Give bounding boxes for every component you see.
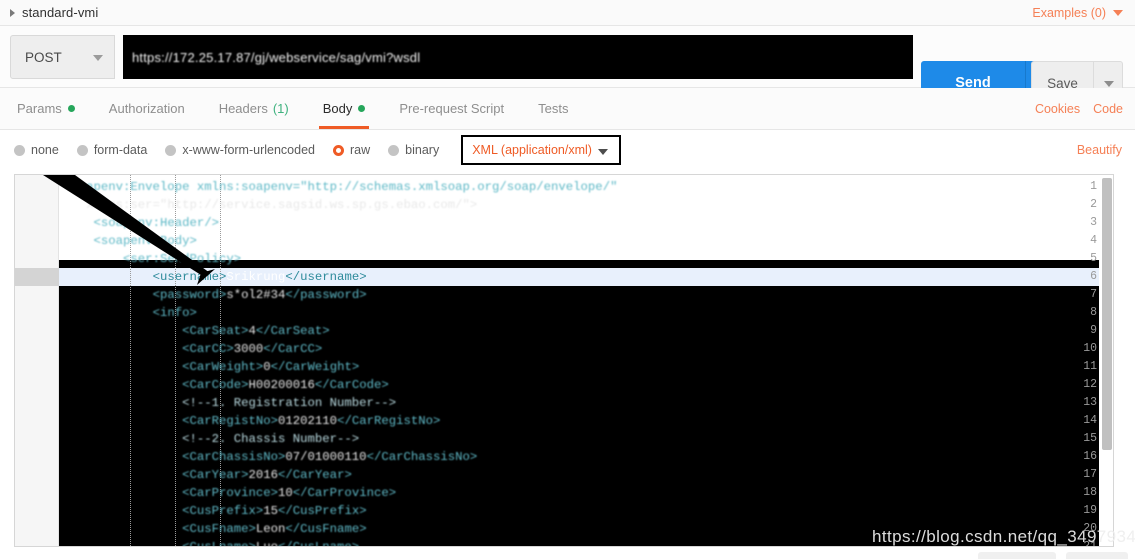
code-line: <CarWeight>0</CarWeight> — [182, 360, 360, 374]
code-line: <CarCC>3000</CarCC> — [182, 342, 323, 356]
chevron-down-icon — [93, 55, 103, 61]
body-type-bar: none form-data x-www-form-urlencoded raw… — [0, 130, 1135, 170]
editor-code: <soapenv:Envelope xmlns:soapenv="http://… — [60, 175, 1100, 547]
body-type-none[interactable]: none — [14, 143, 59, 157]
radio-icon — [165, 144, 177, 156]
tab-label: Authorization — [108, 101, 185, 116]
gutter-active-line — [15, 268, 59, 286]
code-link[interactable]: Code — [1093, 102, 1123, 116]
url-input[interactable]: https://172.25.17.87/gj/webservice/sag/v… — [123, 35, 913, 79]
chevron-down-icon — [1104, 81, 1114, 87]
status-dot-icon — [358, 105, 366, 112]
tab-label: Tests — [538, 101, 569, 116]
postman-request-pane: standard-vmi Examples (0) POST https://1… — [0, 0, 1135, 559]
body-type-raw[interactable]: raw — [333, 143, 370, 157]
tab-label: Pre-request Script — [399, 101, 505, 116]
code-line: <CarYear>2016</CarYear> — [182, 468, 352, 482]
code-line: <!--2. Chassis Number--> — [64, 432, 360, 446]
editor-horizontal-scrollbar[interactable] — [14, 547, 1114, 558]
radio-selected-icon — [333, 144, 344, 156]
radio-icon — [76, 144, 88, 156]
url-value: https://172.25.17.87/gj/webservice/sag/v… — [132, 49, 421, 65]
content-type-label: XML (application/xml) — [472, 143, 592, 157]
code-line: <info> — [152, 306, 197, 320]
radio-label: form-data — [93, 143, 148, 157]
tabs-right-links: Cookies Code — [1035, 88, 1135, 129]
status-dot-icon — [67, 105, 75, 112]
triangle-right-icon — [10, 8, 15, 17]
editor-vertical-scrollbar[interactable] — [1100, 175, 1113, 546]
code-line: <ser:SendPolicy> — [123, 252, 242, 266]
examples-dropdown[interactable]: Examples (0) — [1032, 6, 1135, 20]
code-line: <!--1. Registration Number--> — [64, 396, 397, 410]
radio-icon — [14, 144, 25, 156]
radio-icon — [388, 144, 400, 156]
code-line: <password>s*ol2#34</password> — [152, 288, 367, 302]
tab-pre-request-script[interactable]: Pre-request Script — [382, 88, 521, 129]
cookies-link[interactable]: Cookies — [1035, 102, 1080, 116]
editor-gutter — [15, 175, 59, 546]
request-body-editor[interactable]: 1234567891011121314151617181920212223242… — [14, 174, 1114, 547]
breadcrumb-bar: standard-vmi Examples (0) — [0, 0, 1135, 26]
page-title: standard-vmi — [22, 5, 99, 20]
body-type-binary[interactable]: binary — [388, 143, 439, 157]
tab-body[interactable]: Body — [306, 88, 383, 129]
code-line: xmlns:ser="http://service.sagsid.ws.sp.g… — [86, 198, 478, 212]
watermark-block-right — [1066, 552, 1128, 559]
tab-count: (1) — [272, 101, 289, 116]
radio-label: raw — [350, 143, 371, 157]
http-method-label: POST — [25, 49, 62, 65]
body-type-form-data[interactable]: form-data — [76, 143, 148, 157]
code-line: <CusLname>Luo</CusLname> — [182, 540, 360, 547]
code-line: <CarCode>H00200016</CarCode> — [182, 378, 389, 392]
code-line: <username>Srikrung</username> — [152, 270, 367, 284]
chevron-down-icon — [598, 149, 609, 155]
http-method-select[interactable]: POST — [10, 35, 115, 79]
examples-label: Examples (0) — [1032, 5, 1106, 20]
request-tabs: Params Authorization Headers (1) Body Pr… — [0, 88, 1135, 130]
beautify-link[interactable]: Beautify — [1077, 143, 1135, 157]
code-line: <CarChassisNo>07/01000110</CarChassisNo> — [182, 450, 478, 464]
tab-headers[interactable]: Headers (1) — [202, 88, 306, 129]
code-line: <CarSeat>4</CarSeat> — [182, 324, 330, 338]
tab-authorization[interactable]: Authorization — [92, 88, 202, 129]
content-type-select[interactable]: XML (application/xml) — [461, 135, 622, 165]
breadcrumb[interactable]: standard-vmi — [0, 5, 98, 20]
radio-label: x-www-form-urlencoded — [182, 143, 315, 157]
code-line: <CusFname>Leon</CusFname> — [182, 522, 367, 536]
radio-label: none — [31, 143, 59, 157]
radio-label: binary — [405, 143, 440, 157]
tab-label: Params — [17, 101, 62, 116]
code-line: <CarRegistNo>01202110</CarRegistNo> — [182, 414, 441, 428]
watermark-block-left — [978, 552, 1056, 559]
scrollbar-thumb[interactable] — [1102, 178, 1112, 450]
code-line: <soapenv:Body> — [93, 234, 197, 248]
code-line: <CusPrefix>15</CusPrefix> — [182, 504, 367, 518]
tab-label: Headers — [218, 101, 268, 116]
url-bar: POST https://172.25.17.87/gj/webservice/… — [0, 26, 1135, 105]
tab-tests[interactable]: Tests — [521, 88, 585, 129]
chevron-down-icon — [1113, 9, 1123, 16]
tab-params[interactable]: Params — [0, 88, 92, 129]
code-line: <soapenv:Envelope xmlns:soapenv="http://… — [64, 180, 618, 194]
body-type-urlencoded[interactable]: x-www-form-urlencoded — [165, 143, 315, 157]
code-line: <CarProvince>10</CarProvince> — [182, 486, 397, 500]
code-line: <soapenv:Header/> — [93, 216, 219, 230]
tab-label: Body — [322, 101, 353, 116]
